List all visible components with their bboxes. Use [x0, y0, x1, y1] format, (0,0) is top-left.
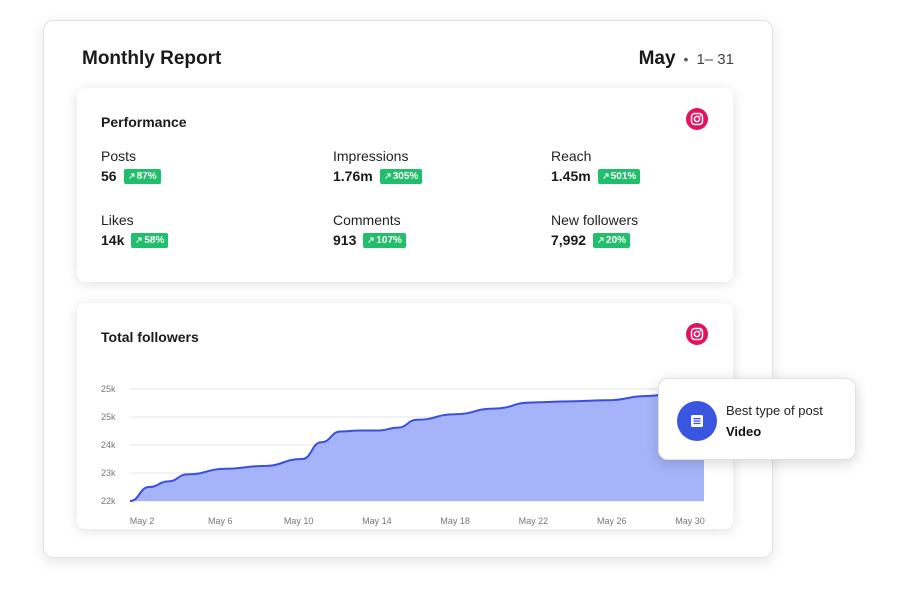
- metric-value: 56: [101, 168, 117, 184]
- separator-dot: •: [683, 51, 689, 67]
- x-tick-label: May 26: [597, 516, 627, 526]
- arrow-up-right-icon: [598, 237, 604, 243]
- x-tick-label: May 2: [130, 516, 155, 526]
- arrow-up-right-icon: [368, 237, 374, 243]
- best-post-type-card[interactable]: Best type of post Video: [658, 378, 856, 460]
- y-tick-label: 23k: [101, 468, 116, 478]
- metric-comments: Comments 913 107%: [333, 212, 406, 248]
- change-badge: 87%: [123, 168, 161, 184]
- x-tick-label: May 10: [284, 516, 314, 526]
- performance-title: Performance: [101, 114, 187, 130]
- metric-label: Posts: [101, 148, 137, 164]
- x-tick-label: May 18: [440, 516, 470, 526]
- metric-value: 7,992: [551, 232, 587, 248]
- performance-card: Performance Posts 56 87% Impressions 1.76m 30…: [77, 88, 733, 282]
- followers-chart: 25k 25k 24k 23k 22k May 2 May 6 May 10 May 14 May…: [101, 384, 705, 526]
- x-tick-label: May 30: [675, 516, 705, 526]
- arrow-up-right-icon: [602, 173, 609, 179]
- metric-label: Comments: [333, 212, 401, 228]
- metric-impressions: Impressions 1.76m 305%: [333, 148, 423, 184]
- change-badge: 107%: [363, 232, 406, 248]
- metric-likes: Likes 14k 58%: [101, 212, 169, 248]
- y-tick-label: 22k: [101, 496, 116, 506]
- change-badge: 305%: [379, 168, 423, 184]
- change-badge: 58%: [131, 232, 169, 248]
- metric-value: 14k: [101, 232, 125, 248]
- change-value: 58%: [144, 234, 165, 246]
- best-post-type-label: Best type of post: [726, 403, 823, 418]
- change-value: 20%: [606, 234, 627, 246]
- metric-value: 1.45m: [551, 168, 591, 184]
- change-value: 305%: [392, 170, 419, 182]
- month-label: May: [638, 48, 676, 69]
- arrow-up-right-icon: [136, 237, 142, 243]
- metric-value: 913: [333, 232, 357, 248]
- day-range: 1– 31: [696, 51, 734, 68]
- y-tick-label: 25k: [101, 384, 116, 394]
- y-tick-label: 24k: [101, 440, 116, 450]
- metric-posts: Posts 56 87%: [101, 148, 161, 184]
- metric-label: Reach: [551, 148, 592, 164]
- x-tick-label: May 6: [208, 516, 233, 526]
- metric-value: 1.76m: [333, 168, 373, 184]
- best-post-type-value: Video: [726, 424, 762, 439]
- total-followers-card: Total followers 25k 25k 24k 23k 22k May 2 May …: [77, 303, 733, 529]
- change-value: 501%: [610, 170, 637, 182]
- metric-label: Likes: [101, 212, 134, 228]
- change-badge: 20%: [593, 232, 631, 248]
- date-range[interactable]: May • 1– 31: [639, 48, 734, 70]
- report-title: Monthly Report: [82, 48, 222, 69]
- instagram-icon: [686, 108, 708, 130]
- x-tick-label: May 14: [362, 516, 392, 526]
- arrow-up-right-icon: [128, 173, 135, 179]
- document-icon: [677, 401, 717, 441]
- change-value: 87%: [136, 170, 157, 182]
- change-value: 107%: [376, 234, 402, 246]
- metric-label: Impressions: [333, 148, 409, 164]
- arrow-up-right-icon: [384, 173, 391, 179]
- change-badge: 501%: [597, 168, 641, 184]
- metric-reach: Reach 1.45m 501%: [551, 148, 641, 184]
- monthly-report: Monthly Report May • 1– 31 Performance P…: [43, 20, 773, 558]
- x-tick-label: May 22: [519, 516, 549, 526]
- metric-new-followers: New followers 7,992 20%: [551, 212, 638, 248]
- metric-label: New followers: [551, 212, 639, 228]
- y-tick-label: 25k: [101, 412, 116, 422]
